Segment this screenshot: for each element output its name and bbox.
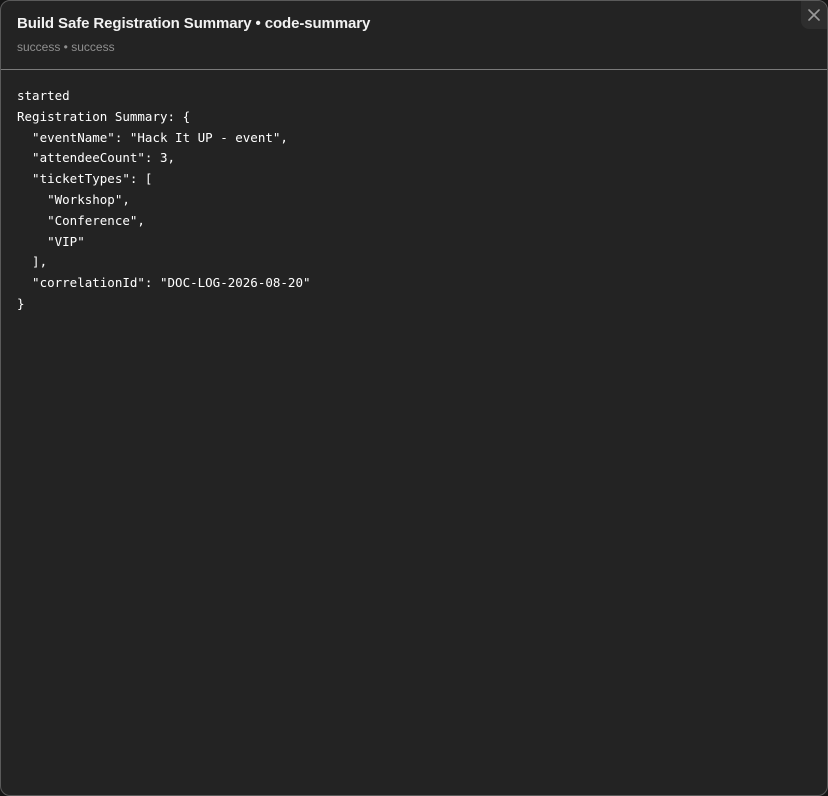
log-line: "Workshop",: [17, 191, 130, 207]
dialog-title: Build Safe Registration Summary • code-s…: [17, 15, 371, 32]
code-summary-dialog: Build Safe Registration Summary • code-s…: [0, 0, 828, 796]
log-line: Registration Summary: {: [17, 108, 191, 124]
log-line: started: [17, 88, 70, 103]
log-output: started Registration Summary: { "eventNa…: [17, 86, 811, 779]
log-line: "VIP": [17, 233, 85, 249]
dialog-subtitle: success • success: [17, 40, 115, 54]
dialog-header: Build Safe Registration Summary • code-s…: [1, 1, 827, 70]
log-line: }: [17, 295, 25, 311]
close-button[interactable]: [801, 1, 827, 29]
log-line: ],: [17, 254, 48, 270]
log-line: "attendeeCount": 3,: [17, 150, 176, 166]
log-line: "correlationId": "DOC-LOG-2026-08-20": [17, 275, 311, 291]
log-line: "eventName": "Hack It UP - event",: [17, 129, 288, 145]
log-line: "ticketTypes": [: [17, 171, 153, 187]
close-icon: [808, 9, 820, 21]
log-line: "Conference",: [17, 212, 145, 228]
